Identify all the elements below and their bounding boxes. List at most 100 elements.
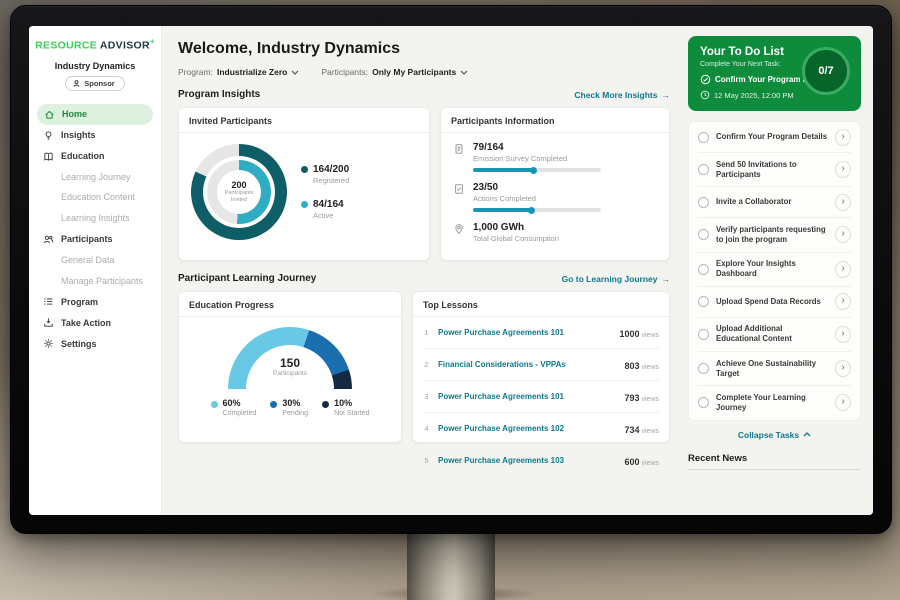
monitor-bezel: RESOURCE ADVISOR+ Industry Dynamics Spon… [10, 5, 892, 534]
task-checkbox[interactable] [698, 329, 709, 340]
invited-participants-title: Invited Participants [179, 108, 429, 133]
chevron-right-icon[interactable]: › [835, 161, 851, 178]
sidebar-item-take-action[interactable]: Take Action [29, 312, 161, 333]
todo-panel: Your To Do List Complete Your Next Task:… [680, 26, 873, 515]
task-label: Upload Spend Data Records [716, 297, 828, 307]
arrow-right-icon: → [662, 90, 671, 100]
emission-survey-progress-fill [473, 168, 534, 172]
completed-dot [211, 401, 218, 408]
task-label: Upload Additional Educational Content [716, 324, 828, 344]
chevron-right-icon[interactable]: › [835, 394, 851, 411]
lesson-link[interactable]: Power Purchase Agreements 103 [438, 456, 616, 465]
sidebar-item-learning-insights[interactable]: Learning Insights [29, 208, 161, 229]
learning-journey-title: Participant Learning Journey [178, 273, 316, 284]
program-filter[interactable]: Program: Industrialize Zero [178, 67, 299, 77]
chevron-down-icon [460, 70, 468, 75]
pending-dot [270, 401, 277, 408]
lesson-link[interactable]: Financial Considerations - VPPAs [438, 360, 616, 369]
legend-item-active: 84/164 Active [301, 199, 349, 220]
learning-cards-row: Education Progress 150 Participants [178, 291, 670, 443]
filters-row: Program: Industrialize Zero Participants… [178, 67, 670, 77]
chevron-right-icon[interactable]: › [835, 360, 851, 377]
pending-label: Pending [282, 410, 308, 417]
lesson-rank: 5 [423, 456, 430, 465]
program-filter-value: Industrialize Zero [217, 67, 287, 77]
sidebar-item-label: Settings [61, 339, 97, 350]
lesson-views: 803views [624, 356, 659, 374]
consumption-row: 1,000 GWh Total Global Consumption [453, 222, 657, 243]
sidebar-item-home[interactable]: Home [37, 104, 153, 125]
sidebar-item-insights[interactable]: Insights [29, 125, 161, 146]
task-row-explore-insights[interactable]: Explore Your Insights Dashboard › [698, 253, 851, 287]
lesson-link[interactable]: Power Purchase Agreements 101 [438, 392, 616, 401]
consumption-label: Total Global Consumption [473, 234, 559, 243]
lesson-rank: 3 [423, 392, 430, 401]
chevron-right-icon[interactable]: › [835, 261, 851, 278]
lesson-link[interactable]: Power Purchase Agreements 101 [438, 328, 611, 337]
participants-information-title: Participants Information [441, 108, 669, 133]
todo-summary-card: Your To Do List Complete Your Next Task:… [688, 36, 861, 111]
sidebar-item-program[interactable]: Program [29, 291, 161, 312]
pin-icon [453, 223, 465, 235]
task-checkbox[interactable] [698, 164, 709, 175]
invited-legend: 164/200 Registered 84/164 Active [301, 164, 349, 220]
check-more-insights-link[interactable]: Check More Insights → [574, 90, 670, 100]
chevron-right-icon[interactable]: › [835, 194, 851, 211]
chevron-right-icon[interactable]: › [835, 326, 851, 343]
task-row-complete-learning-journey[interactable]: Complete Your Learning Journey › [698, 386, 851, 419]
task-row-invite-collaborator[interactable]: Invite a Collaborator › [698, 187, 851, 218]
sidebar-item-settings[interactable]: Settings [29, 333, 161, 354]
sponsor-badge[interactable]: Sponsor [65, 76, 124, 91]
lesson-link[interactable]: Power Purchase Agreements 102 [438, 424, 616, 433]
lesson-rank: 1 [423, 328, 430, 337]
legend-item-completed: 60% Completed [211, 399, 257, 417]
chevron-right-icon[interactable]: › [835, 129, 851, 146]
lesson-row: 3 Power Purchase Agreements 101 793views [423, 381, 659, 413]
participants-filter-label: Participants: [321, 67, 368, 77]
go-to-learning-journey-link[interactable]: Go to Learning Journey → [562, 274, 670, 284]
task-checkbox[interactable] [698, 132, 709, 143]
participants-information-body: 79/164 Emission Survey Completed 23/50 A… [441, 133, 669, 243]
task-row-upload-spend-data[interactable]: Upload Spend Data Records › [698, 287, 851, 318]
actions-completed-value: 23/50 [473, 182, 601, 193]
task-checkbox[interactable] [698, 197, 709, 208]
app-logo: RESOURCE ADVISOR+ [29, 37, 161, 52]
sidebar-item-general-data[interactable]: General Data [29, 250, 161, 271]
task-row-achieve-target[interactable]: Achieve One Sustainability Target › [698, 352, 851, 386]
sidebar-item-learning-journey[interactable]: Learning Journey [29, 167, 161, 188]
collapse-tasks-link[interactable]: Collapse Tasks [688, 421, 861, 447]
sidebar-item-label: Participants [61, 234, 113, 245]
participants-information-card: Participants Information 79/164 Emission… [440, 107, 670, 261]
sidebar-item-label: Education [61, 151, 105, 162]
learning-journey-header: Participant Learning Journey Go to Learn… [178, 273, 670, 284]
task-checkbox[interactable] [698, 363, 709, 374]
invited-donut-ring-outer: 200 Participants Invited [191, 144, 287, 240]
task-row-upload-educational-content[interactable]: Upload Additional Educational Content › [698, 318, 851, 352]
not-started-value: 10% [334, 399, 369, 409]
sidebar-nav: Home Insights Education Learning Journey… [29, 104, 161, 355]
task-checkbox[interactable] [698, 264, 709, 275]
main-content: Welcome, Industry Dynamics Program: Indu… [162, 26, 680, 515]
completed-label: Completed [223, 410, 257, 417]
participants-filter[interactable]: Participants: Only My Participants [321, 67, 468, 77]
lesson-views-word: views [641, 364, 659, 371]
sidebar-item-education-content[interactable]: Education Content [29, 187, 161, 208]
task-checkbox[interactable] [698, 229, 709, 240]
chevron-right-icon[interactable]: › [835, 293, 851, 310]
not-started-dot [322, 401, 329, 408]
task-checkbox[interactable] [698, 296, 709, 307]
lesson-row: 2 Financial Considerations - VPPAs 803vi… [423, 349, 659, 381]
sidebar-item-manage-participants[interactable]: Manage Participants [29, 271, 161, 292]
todo-due-label: 12 May 2025, 12:00 PM [714, 91, 794, 100]
task-label: Send 50 Invitations to Participants [716, 160, 828, 180]
chevron-right-icon[interactable]: › [835, 226, 851, 243]
sponsor-badge-label: Sponsor [84, 79, 114, 88]
task-row-send-invitations[interactable]: Send 50 Invitations to Participants › [698, 153, 851, 187]
top-lessons-body: 1 Power Purchase Agreements 101 1000view… [413, 317, 669, 476]
task-checkbox[interactable] [698, 397, 709, 408]
chevron-down-icon [291, 70, 299, 75]
task-row-confirm-program[interactable]: Confirm Your Program Details › [698, 122, 851, 153]
sidebar-item-participants[interactable]: Participants [29, 229, 161, 250]
sidebar-item-education[interactable]: Education [29, 146, 161, 167]
task-row-verify-participants[interactable]: Verify participants requesting to join t… [698, 218, 851, 252]
